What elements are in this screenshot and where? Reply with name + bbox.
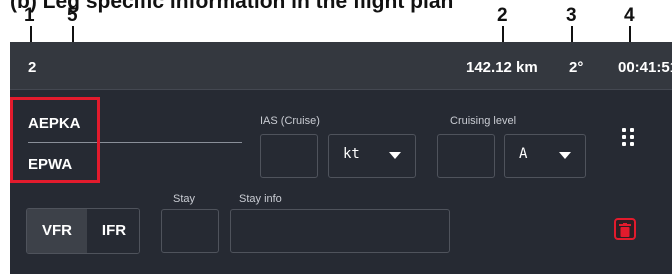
callout-3: 3 bbox=[566, 5, 577, 26]
ias-label: IAS (Cruise) bbox=[260, 115, 320, 127]
stay-label: Stay bbox=[173, 193, 196, 205]
callout-5-leader bbox=[72, 26, 74, 42]
vfr-option[interactable]: VFR bbox=[27, 209, 87, 253]
ias-unit-value: kt bbox=[343, 146, 360, 162]
callout-2-leader bbox=[502, 26, 504, 42]
waypoints-highlight-box bbox=[10, 97, 100, 183]
callout-4-leader bbox=[629, 26, 631, 42]
ias-input[interactable] bbox=[260, 134, 318, 178]
cruising-level-label: Cruising level bbox=[450, 115, 517, 127]
cruising-level-unit-select[interactable]: A bbox=[504, 134, 586, 178]
cruising-level-unit-value: A bbox=[519, 146, 528, 162]
stay-info-label: Stay info bbox=[239, 193, 282, 205]
leg-index: 2 bbox=[28, 59, 37, 76]
callout-3-leader bbox=[571, 26, 573, 42]
flight-plan-leg-panel: 2 142.12 km 2° 00:41:51 AEPKA EPWA IAS (… bbox=[10, 42, 672, 274]
trash-icon bbox=[619, 223, 631, 237]
chevron-down-icon bbox=[559, 152, 571, 159]
leg-eta: 00:41:51 bbox=[618, 59, 672, 76]
callout-5: 5 bbox=[67, 5, 78, 26]
callout-2: 2 bbox=[497, 5, 508, 26]
ias-unit-select[interactable]: kt bbox=[328, 134, 416, 178]
stay-info-input[interactable] bbox=[230, 209, 450, 253]
chevron-down-icon bbox=[389, 152, 401, 159]
leg-distance: 142.12 km bbox=[466, 59, 538, 76]
callout-1-leader bbox=[30, 26, 32, 42]
leg-summary-bar: 2 142.12 km 2° 00:41:51 bbox=[10, 42, 672, 90]
figure-caption: (b) Leg specific information in the flig… bbox=[0, 0, 672, 42]
ifr-option[interactable]: IFR bbox=[87, 209, 139, 253]
flight-rules-toggle: VFR IFR bbox=[26, 208, 140, 254]
drag-handle-icon[interactable] bbox=[622, 128, 636, 146]
cruising-level-input[interactable] bbox=[437, 134, 495, 178]
leg-heading: 2° bbox=[569, 59, 584, 76]
callout-4: 4 bbox=[624, 5, 635, 26]
stay-input[interactable] bbox=[161, 209, 219, 253]
callout-1: 1 bbox=[24, 5, 35, 26]
delete-leg-button[interactable] bbox=[614, 218, 636, 240]
